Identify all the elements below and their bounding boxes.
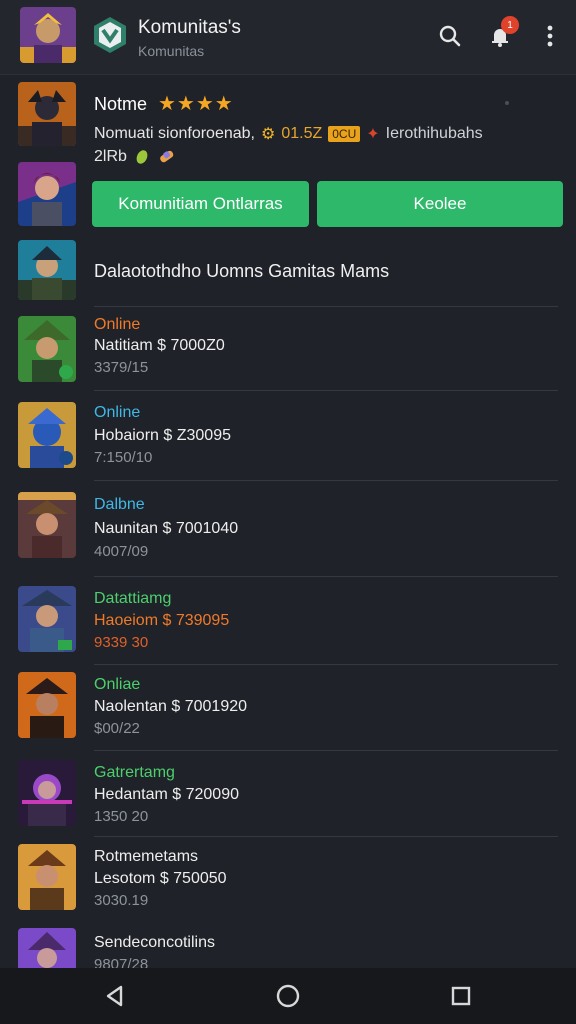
featured-name: Notme <box>94 94 148 114</box>
featured-community-card: Notme ★★★★ Nomuati sionforoenab, ⚙ 01.5Z… <box>0 74 576 240</box>
list-item[interactable]: Dalbne Naunitan $ 7001040 4007/09 <box>0 480 576 576</box>
member-status: Datattiamg <box>94 590 172 607</box>
member-avatar[interactable] <box>18 316 76 382</box>
divider <box>94 390 558 391</box>
member-info: Natitiam $ 7000Z0 <box>94 337 225 354</box>
section-avatar[interactable] <box>18 240 76 300</box>
dot-indicator <box>505 101 509 105</box>
member-info: Lesotom $ 750050 <box>94 870 227 887</box>
member-meta: $00/22 <box>94 720 140 737</box>
member-info: Naunitan $ 7001040 <box>94 520 239 537</box>
home-button[interactable] <box>274 982 302 1010</box>
leaf-icon <box>136 150 148 164</box>
coin-icon: ⚙ <box>260 126 276 143</box>
member-status: Online <box>94 316 141 333</box>
join-community-button[interactable]: Komunitiam Ontlarras <box>92 181 309 227</box>
profile-avatar[interactable] <box>20 7 76 63</box>
notifications-button[interactable]: 1 <box>484 16 519 52</box>
more-options-button[interactable] <box>534 20 566 52</box>
app-title: Komunitas's <box>138 17 241 38</box>
list-item[interactable]: Online Hobaiorn $ Z30095 7:150/10 <box>0 390 576 480</box>
stats-text-end: Ierothihubahs <box>385 125 483 142</box>
member-status: Dalbne <box>94 496 145 513</box>
search-icon <box>439 25 461 47</box>
member-status: Sendeconcotilins <box>94 934 215 951</box>
featured-stats: Nomuati sionforoenab, ⚙ 01.5Z 0CU ✦ Iero… <box>94 124 483 144</box>
home-circle-icon <box>276 984 300 1008</box>
notification-badge: 1 <box>501 16 519 34</box>
divider <box>94 664 558 665</box>
recents-square-icon <box>451 986 471 1006</box>
featured-avatar[interactable] <box>18 82 76 146</box>
list-item[interactable]: Gatrertamg Hedantam $ 720090 1350 20 <box>0 750 576 836</box>
member-meta: 4007/09 <box>94 543 149 560</box>
level-tag: 0CU <box>328 126 361 142</box>
member-avatar[interactable] <box>18 586 76 652</box>
app-subtitle: Komunitas <box>138 43 205 59</box>
member-info: Naolentan $ 7001920 <box>94 698 248 715</box>
stats-text: Nomuati sionforoenab, <box>94 125 255 142</box>
member-meta: 3030.19 <box>94 892 149 909</box>
member-status: Online <box>94 404 141 421</box>
member-status: Onliae <box>94 676 141 693</box>
divider <box>94 836 558 837</box>
section-header: Dalaotothdho Uomns Gamitas Mams <box>0 240 576 306</box>
divider <box>94 480 558 481</box>
search-button[interactable] <box>434 20 466 52</box>
member-info: Hobaiorn $ Z30095 <box>94 427 231 444</box>
member-avatar[interactable] <box>18 492 76 558</box>
divider <box>94 306 558 307</box>
member-avatar[interactable] <box>18 844 76 910</box>
featured-sub: 2lRb <box>94 148 177 166</box>
featured-avatar-secondary[interactable] <box>18 162 76 226</box>
list-item[interactable]: Onliae Naolentan $ 7001920 $00/22 <box>0 664 576 750</box>
potion-icon <box>160 150 174 163</box>
back-button[interactable] <box>101 982 129 1010</box>
section-title: Dalaotothdho Uomns Gamitas Mams <box>94 261 390 281</box>
member-meta: 9339 30 <box>94 634 149 651</box>
member-meta: 3379/15 <box>94 359 149 376</box>
sub-text: 2lRb <box>94 148 127 165</box>
member-status: Rotmemetams <box>94 848 199 865</box>
member-avatar[interactable] <box>18 672 76 738</box>
divider <box>94 576 558 577</box>
back-triangle-icon <box>106 985 123 1007</box>
system-nav-bar <box>0 968 576 1024</box>
list-item[interactable]: Online Natitiam $ 7000Z0 3379/15 <box>0 306 576 390</box>
maple-leaf-icon: ✦ <box>366 126 380 143</box>
member-meta: 7:150/10 <box>94 449 153 466</box>
rating-stars: ★★★★ <box>158 93 234 115</box>
gold-value: 01.5Z <box>281 125 323 142</box>
member-meta: 1350 20 <box>94 808 149 825</box>
more-vertical-icon <box>547 25 553 47</box>
member-info: Hedantam $ 720090 <box>94 786 239 803</box>
member-info: Haoeiom $ 739095 <box>94 612 230 629</box>
list-item[interactable]: Rotmemetams Lesotom $ 750050 3030.19 <box>0 836 576 920</box>
recents-button[interactable] <box>447 982 475 1010</box>
member-status: Gatrertamg <box>94 764 175 781</box>
secondary-action-button[interactable]: Keolee <box>317 181 563 227</box>
app-header: Komunitas's Komunitas 1 <box>0 0 576 75</box>
app-logo-icon <box>94 17 126 53</box>
member-avatar[interactable] <box>18 760 76 826</box>
list-item[interactable]: Datattiamg Haoeiom $ 739095 9339 30 <box>0 576 576 664</box>
member-avatar[interactable] <box>18 402 76 468</box>
divider <box>94 750 558 751</box>
